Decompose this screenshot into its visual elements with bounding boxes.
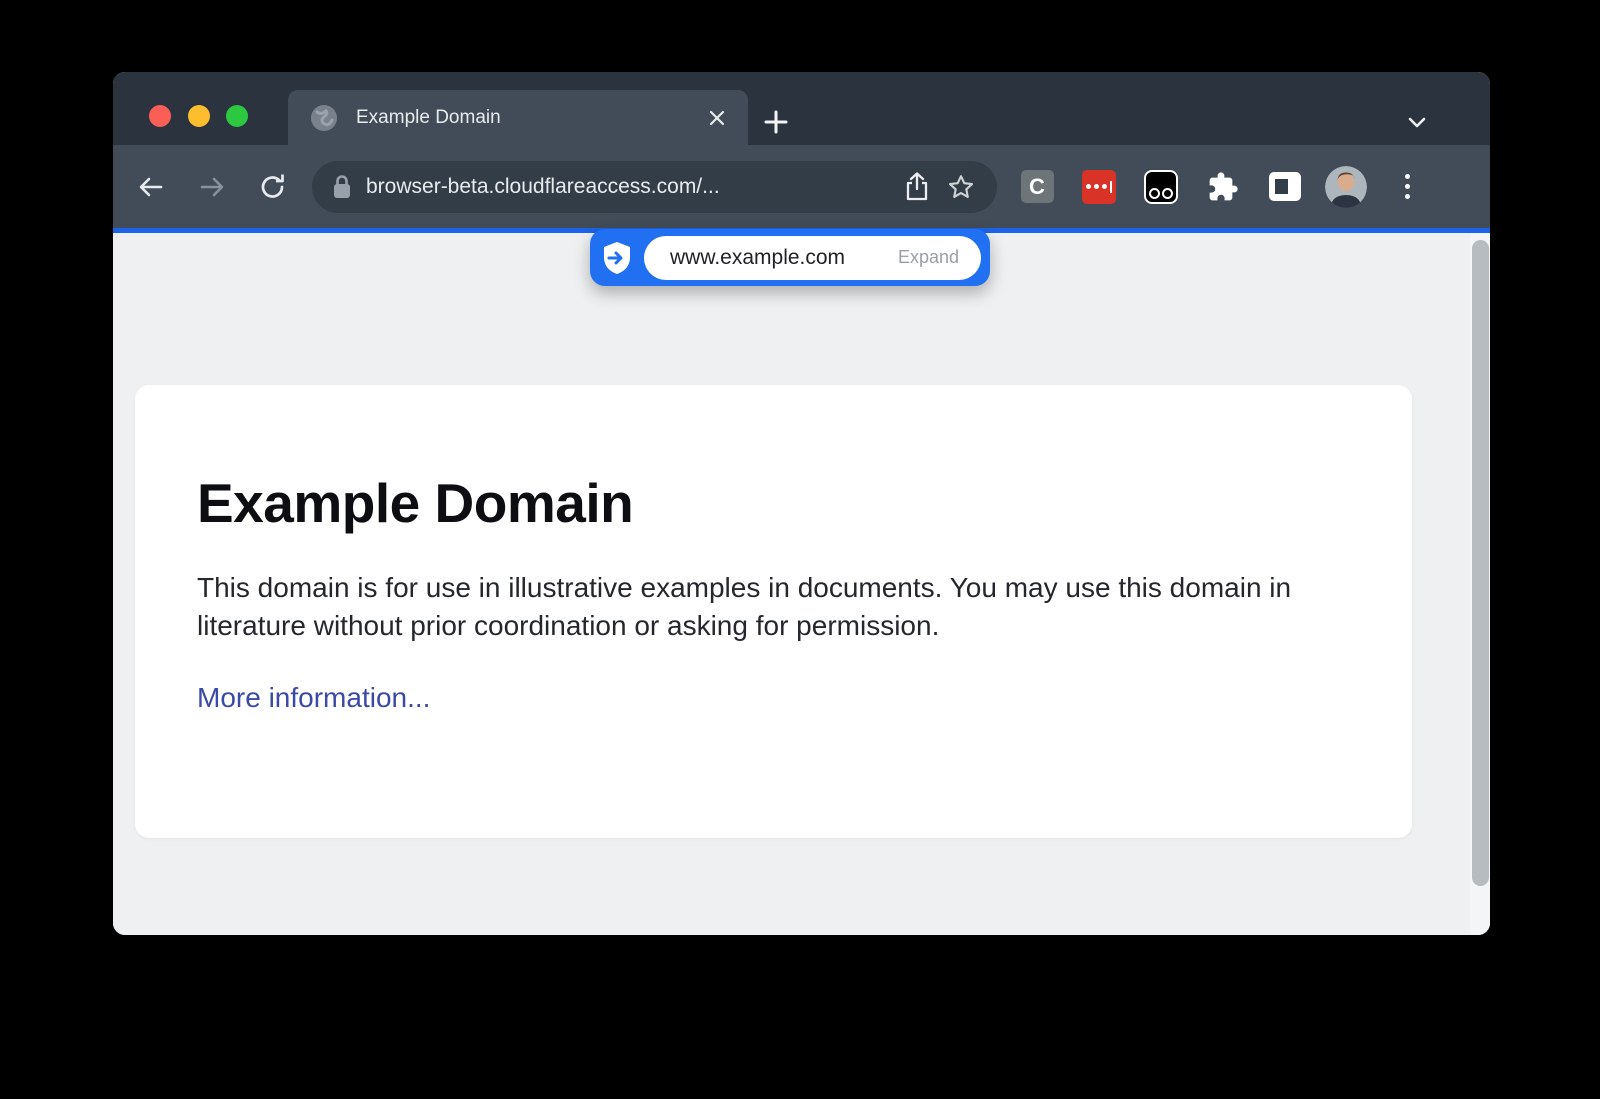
back-arrow-icon bbox=[136, 172, 166, 202]
share-icon bbox=[904, 172, 930, 202]
c-extension-icon[interactable]: C bbox=[1015, 165, 1059, 209]
star-icon bbox=[947, 173, 975, 201]
tab-close-icon[interactable] bbox=[700, 101, 734, 135]
bookmark-button[interactable] bbox=[939, 165, 983, 209]
url-text[interactable]: browser-beta.cloudflareaccess.com/... bbox=[366, 175, 895, 199]
browser-window: Example Domain bbox=[113, 72, 1490, 935]
content-card: Example Domain This domain is for use in… bbox=[135, 385, 1412, 838]
forward-arrow-icon bbox=[197, 172, 227, 202]
share-button[interactable] bbox=[895, 165, 939, 209]
page-title: Example Domain bbox=[197, 471, 1350, 535]
page-body-text: This domain is for use in illustrative e… bbox=[197, 569, 1347, 646]
plus-icon bbox=[763, 109, 789, 135]
scrollbar-track[interactable] bbox=[1470, 233, 1490, 935]
isolated-domain-text: www.example.com bbox=[670, 246, 898, 270]
lock-icon[interactable] bbox=[332, 174, 352, 200]
tab-strip: Example Domain bbox=[113, 72, 1490, 145]
globe-favicon-icon bbox=[310, 104, 338, 132]
shield-arrow-icon bbox=[590, 241, 644, 275]
isolation-domain-field[interactable]: www.example.com Expand bbox=[644, 236, 981, 280]
new-tab-button[interactable] bbox=[758, 104, 794, 140]
kebab-menu-icon[interactable] bbox=[1385, 165, 1429, 209]
reload-icon bbox=[258, 172, 288, 202]
side-panel-icon[interactable] bbox=[1263, 165, 1307, 209]
extensions-puzzle-icon[interactable] bbox=[1201, 165, 1245, 209]
lastpass-extension-icon[interactable] bbox=[1077, 165, 1121, 209]
tab-search-button[interactable] bbox=[1399, 104, 1435, 140]
zoom-traffic-light[interactable] bbox=[226, 105, 248, 127]
close-traffic-light[interactable] bbox=[149, 105, 171, 127]
minimize-traffic-light[interactable] bbox=[188, 105, 210, 127]
page-viewport: www.example.com Expand Example Domain Th… bbox=[113, 233, 1490, 935]
tab-title: Example Domain bbox=[356, 107, 700, 129]
address-bar[interactable]: browser-beta.cloudflareaccess.com/... bbox=[312, 161, 997, 213]
toolbar: browser-beta.cloudflareaccess.com/... C bbox=[113, 145, 1490, 228]
profile-avatar[interactable] bbox=[1325, 166, 1367, 208]
chevron-down-icon bbox=[1405, 110, 1429, 134]
forward-button[interactable] bbox=[190, 165, 234, 209]
isolation-domain-pill[interactable]: www.example.com Expand bbox=[590, 229, 990, 286]
expand-button[interactable]: Expand bbox=[898, 247, 959, 268]
tab-example-domain[interactable]: Example Domain bbox=[288, 90, 748, 145]
reload-button[interactable] bbox=[251, 165, 295, 209]
goggles-extension-icon[interactable] bbox=[1139, 165, 1183, 209]
more-information-link[interactable]: More information... bbox=[197, 682, 430, 714]
scrollbar-thumb[interactable] bbox=[1472, 240, 1489, 886]
back-button[interactable] bbox=[129, 165, 173, 209]
